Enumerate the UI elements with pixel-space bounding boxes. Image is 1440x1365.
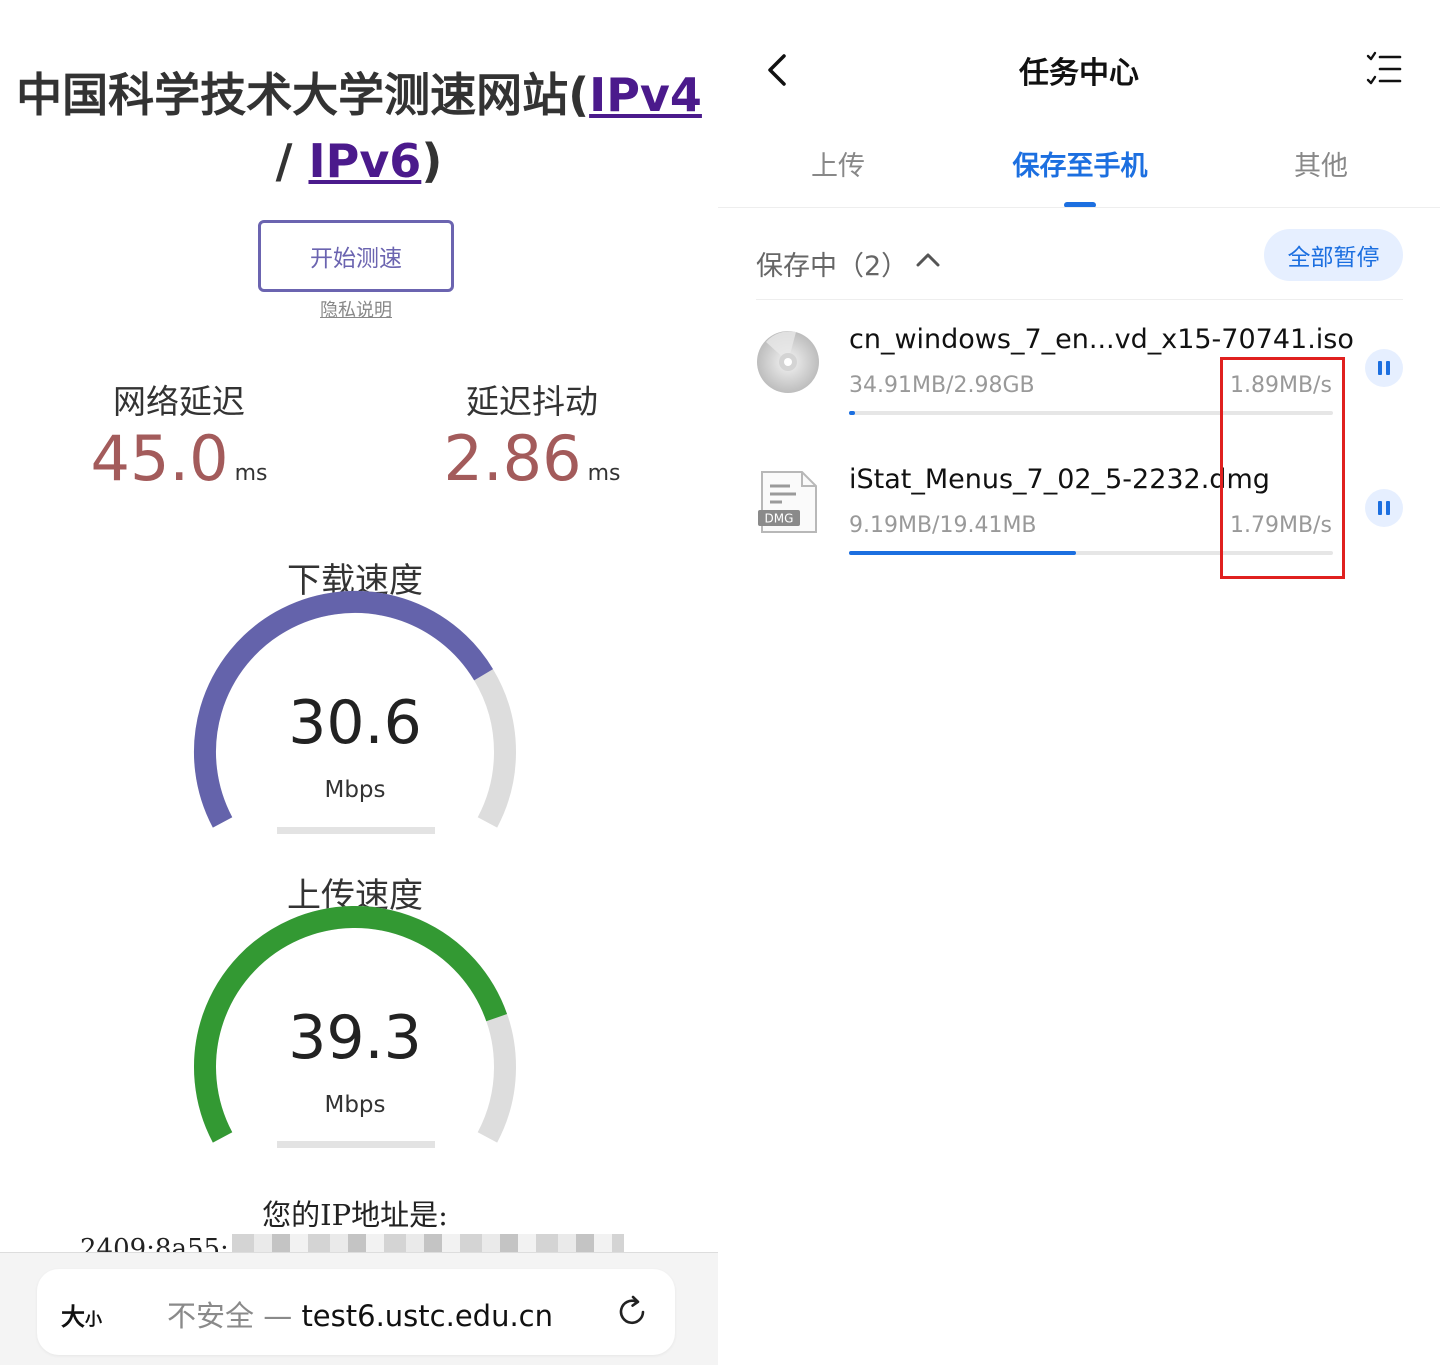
address-bar[interactable]: 大小 不安全 — test6.ustc.edu.cn: [37, 1269, 675, 1355]
task-progress-fill: [849, 551, 1077, 555]
text-size-large: 大: [61, 1303, 85, 1331]
upload-bar: [277, 1141, 435, 1148]
task-filename: iStat_Menus_7_02_5-2232.dmg: [849, 464, 1270, 495]
task-size: 9.19MB/19.41MB: [849, 513, 1037, 538]
jitter-value: 2.86 ms: [382, 422, 682, 495]
page-title: 中国科学技术大学测速网站(IPv4 / IPv6): [0, 62, 718, 194]
tab-save-to-phone[interactable]: 保存至手机: [980, 144, 1180, 183]
speed-highlight-box: [1220, 357, 1345, 579]
chevron-up-icon[interactable]: [915, 250, 941, 270]
reload-icon[interactable]: [615, 1293, 651, 1329]
download-bar: [277, 827, 435, 834]
insecure-label: 不安全 —: [167, 1299, 302, 1333]
title-separator: /: [275, 134, 309, 188]
tab-other[interactable]: 其他: [1221, 144, 1421, 183]
list-menu-icon[interactable]: [1366, 50, 1402, 88]
download-value: 30.6: [288, 688, 422, 758]
task-center-page: 任务中心 上传 保存至手机 其他 保存中（2） 全部暂停 cn_windows_…: [718, 0, 1440, 1365]
saving-section-label[interactable]: 保存中（2）: [756, 244, 908, 283]
jitter-number: 2.86: [443, 422, 582, 495]
ipv6-link[interactable]: IPv6: [308, 134, 421, 188]
task-progress-fill: [849, 411, 855, 415]
latency-unit: ms: [234, 461, 268, 486]
jitter-unit: ms: [587, 461, 621, 486]
url-text: test6.ustc.edu.cn: [301, 1299, 553, 1333]
speedtest-page: 中国科学技术大学测速网站(IPv4 / IPv6) 开始测速 隐私说明 网络延迟…: [0, 0, 718, 1365]
ip-label: 您的IP地址是:: [262, 1198, 448, 1232]
latency-value: 45.0 ms: [29, 422, 329, 495]
task-size: 34.91MB/2.98GB: [849, 373, 1035, 398]
jitter-label: 延迟抖动: [466, 382, 598, 421]
text-size-small: 小: [85, 1310, 102, 1330]
ipv4-link[interactable]: IPv4: [589, 68, 702, 122]
latency-label: 网络延迟: [113, 382, 245, 421]
latency-number: 45.0: [90, 422, 229, 495]
title-close-paren: ): [421, 134, 443, 188]
privacy-link[interactable]: 隐私说明: [258, 296, 454, 322]
disc-icon: [757, 331, 819, 393]
tabs-divider: [718, 207, 1440, 208]
tab-upload[interactable]: 上传: [738, 144, 938, 183]
page-title-text: 中国科学技术大学测速网站(: [16, 68, 590, 122]
task-pause-button[interactable]: [1365, 349, 1403, 387]
task-filename: cn_windows_7_en...vd_x15-70741.iso: [849, 324, 1354, 355]
task-pause-button[interactable]: [1365, 489, 1403, 527]
url-display[interactable]: 不安全 — test6.ustc.edu.cn: [167, 1293, 553, 1335]
start-test-button[interactable]: 开始测速: [258, 220, 454, 292]
upload-unit: Mbps: [324, 1092, 386, 1118]
upload-value: 39.3: [288, 1003, 422, 1073]
download-unit: Mbps: [324, 777, 386, 803]
browser-toolbar: 大小 不安全 — test6.ustc.edu.cn: [0, 1252, 718, 1365]
text-size-button[interactable]: 大小: [61, 1297, 102, 1332]
dmg-file-icon: DMG: [758, 471, 817, 533]
pause-all-button[interactable]: 全部暂停: [1264, 229, 1403, 281]
dmg-icon-label: DMG: [765, 512, 794, 526]
task-center-title: 任务中心: [1019, 56, 1139, 91]
